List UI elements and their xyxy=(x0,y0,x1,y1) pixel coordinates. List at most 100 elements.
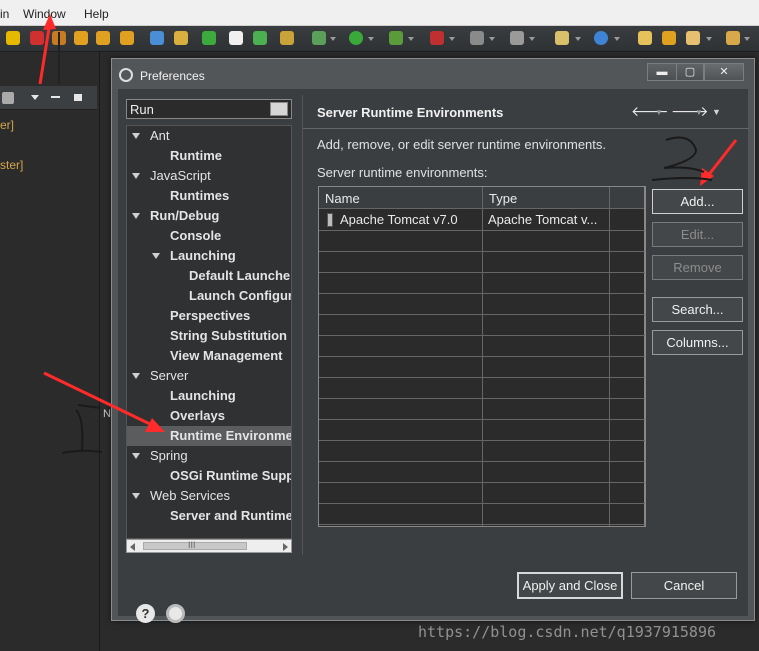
minimize-window-button[interactable]: ▬ xyxy=(647,63,677,81)
expand-twisty-icon[interactable] xyxy=(132,213,140,219)
import-export-icon[interactable] xyxy=(166,604,185,623)
close-window-button[interactable]: ✕ xyxy=(704,63,744,81)
tree-item[interactable]: View Management xyxy=(127,346,291,366)
scroll-right-icon[interactable] xyxy=(283,543,288,551)
view-menu-dropdown-icon[interactable]: ▼ xyxy=(712,107,721,117)
column-header-name[interactable]: Name xyxy=(325,191,360,206)
tree-horizontal-scrollbar[interactable]: III xyxy=(126,539,292,553)
stop-dropdown-icon[interactable] xyxy=(489,37,495,41)
step-into-icon[interactable] xyxy=(74,31,88,45)
terminate-icon[interactable] xyxy=(30,31,44,45)
apply-and-close-button[interactable]: Apply and Close xyxy=(517,572,623,599)
left-view: er] ster] xyxy=(0,52,100,651)
menu-run[interactable]: in xyxy=(0,7,9,21)
use-step-filters-icon[interactable] xyxy=(174,31,188,45)
row-divider xyxy=(319,524,645,525)
clear-filter-icon[interactable] xyxy=(270,102,288,116)
external-tools-dropdown-icon[interactable] xyxy=(449,37,455,41)
debug-dropdown-icon[interactable] xyxy=(330,37,336,41)
tree-item[interactable]: Overlays xyxy=(127,406,291,426)
menu-help[interactable]: Help xyxy=(84,7,109,21)
tree-item[interactable]: Runtimes xyxy=(127,186,291,206)
run-icon[interactable] xyxy=(349,31,363,45)
maximize-window-button[interactable]: ▢ xyxy=(676,63,704,81)
profile-dropdown-icon[interactable] xyxy=(529,37,535,41)
profile-icon[interactable] xyxy=(510,31,524,45)
run-last-tool-icon[interactable] xyxy=(389,31,403,45)
tree-item[interactable]: Ant xyxy=(127,126,291,146)
tree-item[interactable]: Server xyxy=(127,366,291,386)
tree-item[interactable]: JavaScript xyxy=(127,166,291,186)
columns-button[interactable]: Columns... xyxy=(652,330,743,355)
annotation-nav-icon[interactable] xyxy=(726,31,740,45)
external-tools-icon[interactable] xyxy=(430,31,444,45)
cancel-button[interactable]: Cancel xyxy=(631,572,737,599)
new-server-icon[interactable] xyxy=(280,31,294,45)
skip-breakpoints-icon[interactable] xyxy=(202,31,216,45)
step-over-icon[interactable] xyxy=(96,31,110,45)
tree-item[interactable]: Launching xyxy=(127,246,291,266)
tree-item[interactable]: String Substitution xyxy=(127,326,291,346)
search-button[interactable]: Search... xyxy=(652,297,743,322)
row-divider xyxy=(319,440,645,441)
back-dropdown-icon[interactable]: ▼ xyxy=(655,108,663,117)
column-header-type[interactable]: Type xyxy=(489,191,517,206)
new-package-icon[interactable] xyxy=(555,31,569,45)
step-return-icon[interactable] xyxy=(120,31,134,45)
scroll-left-icon[interactable] xyxy=(130,543,135,551)
tree-item[interactable]: Perspectives xyxy=(127,306,291,326)
tree-item[interactable]: Run/Debug xyxy=(127,206,291,226)
help-icon[interactable]: ? xyxy=(136,604,155,623)
tree-item[interactable]: Default Launchers xyxy=(127,266,292,286)
expand-twisty-icon[interactable] xyxy=(152,253,160,259)
tree-item[interactable]: Web Services xyxy=(127,486,291,506)
tree-item[interactable]: Runtime Environments xyxy=(127,426,291,446)
search-dropdown-icon[interactable] xyxy=(706,37,712,41)
edit-button[interactable]: Edit... xyxy=(652,222,743,247)
filter-input[interactable] xyxy=(126,99,292,119)
tree-item[interactable]: Console xyxy=(127,226,291,246)
tree-item[interactable]: Launch Configurations xyxy=(127,286,291,306)
expand-twisty-icon[interactable] xyxy=(132,173,140,179)
stop-icon[interactable] xyxy=(470,31,484,45)
tree-item-label: Default Launchers xyxy=(189,268,292,283)
open-type-icon[interactable] xyxy=(638,31,652,45)
new-class-icon[interactable] xyxy=(594,31,608,45)
expand-twisty-icon[interactable] xyxy=(132,133,140,139)
remove-button[interactable]: Remove xyxy=(652,255,743,280)
disconnect-icon[interactable] xyxy=(52,31,66,45)
page-description: Add, remove, or edit server runtime envi… xyxy=(317,137,607,152)
runtime-table[interactable]: Name Type Apache Tomcat v7.0 Apache Tomc… xyxy=(318,186,646,527)
annotation-dropdown-icon[interactable] xyxy=(744,37,750,41)
debug-icon[interactable] xyxy=(312,31,326,45)
pause-icon[interactable] xyxy=(6,31,20,45)
tree-item[interactable]: OSGi Runtime Support xyxy=(127,466,291,486)
expand-twisty-icon[interactable] xyxy=(132,373,140,379)
open-console-icon[interactable] xyxy=(229,31,243,45)
new-class-dropdown-icon[interactable] xyxy=(614,37,620,41)
expand-twisty-icon[interactable] xyxy=(132,453,140,459)
run-dropdown-icon[interactable] xyxy=(368,37,374,41)
table-row[interactable]: Apache Tomcat v7.0 Apache Tomcat v... xyxy=(319,209,645,230)
open-task-icon[interactable] xyxy=(662,31,676,45)
forward-dropdown-icon[interactable]: ▼ xyxy=(695,108,703,117)
tree-item[interactable]: Runtime xyxy=(127,146,291,166)
view-dropdown-icon[interactable] xyxy=(31,95,39,100)
drop-to-frame-icon[interactable] xyxy=(150,31,164,45)
dialog-titlebar[interactable]: Preferences ▬ ▢ ✕ xyxy=(112,59,754,89)
tree-item[interactable]: Launching xyxy=(127,386,291,406)
new-dropdown-icon[interactable] xyxy=(575,37,581,41)
menu-window[interactable]: Window xyxy=(23,7,66,21)
scrollbar-thumb[interactable]: III xyxy=(143,540,247,550)
search-tool-icon[interactable] xyxy=(686,31,700,45)
run-tool-dropdown-icon[interactable] xyxy=(408,37,414,41)
add-button[interactable]: Add... xyxy=(652,189,743,214)
tree-item[interactable]: Spring xyxy=(127,446,291,466)
preferences-tree[interactable]: Ant Runtime JavaScript Runtimes Run/Debug Con… xyxy=(126,125,292,539)
expand-twisty-icon[interactable] xyxy=(132,493,140,499)
maximize-view-icon[interactable] xyxy=(74,94,82,101)
tree-item[interactable]: Server and Runtime xyxy=(127,506,291,526)
build-icon[interactable] xyxy=(253,31,267,45)
view-menu-icon[interactable] xyxy=(2,92,14,104)
minimize-view-icon[interactable] xyxy=(51,96,60,98)
